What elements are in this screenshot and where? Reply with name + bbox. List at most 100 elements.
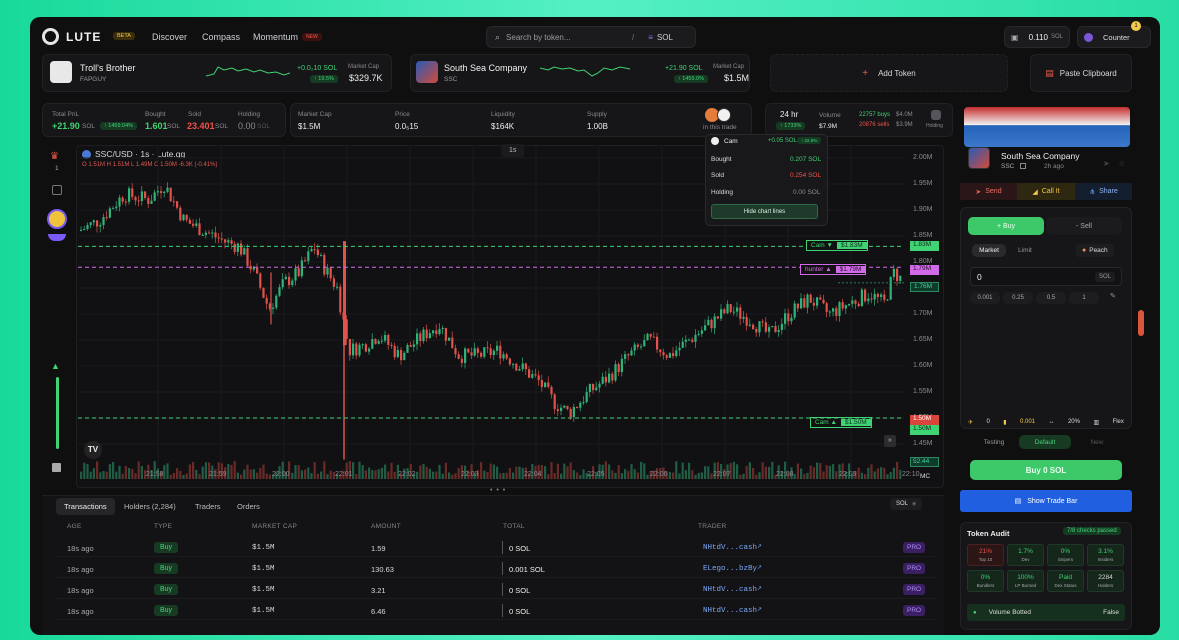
note-icon[interactable]: [52, 463, 61, 472]
tab-orders[interactable]: Orders: [237, 502, 260, 511]
star-icon[interactable]: ☆: [1118, 159, 1125, 168]
logo-icon[interactable]: [42, 28, 59, 45]
chain-label[interactable]: SOL: [657, 33, 673, 42]
resize-handle[interactable]: • • •: [490, 487, 506, 494]
mode-testing[interactable]: Testing: [970, 435, 1018, 449]
table-row[interactable]: [56, 538, 936, 557]
nav-momentum[interactable]: Momentum: [253, 32, 298, 42]
call-it-button[interactable]: ◢ Call It: [1017, 183, 1075, 200]
peach-mode[interactable]: ● Peach: [1076, 244, 1114, 257]
row-trader[interactable]: NHtdV...cash: [703, 607, 757, 615]
candle: [771, 326, 774, 328]
external-link-icon[interactable]: ↗: [757, 585, 762, 592]
send-button[interactable]: ➤ Send: [960, 183, 1017, 200]
sell-tab[interactable]: - Sell: [1046, 217, 1122, 235]
period-label[interactable]: 24 hr: [780, 110, 798, 119]
table-row[interactable]: [56, 580, 936, 599]
tab-holders[interactable]: Holders (2,284): [124, 502, 176, 511]
tab-transactions[interactable]: Transactions: [56, 498, 115, 515]
preset-amount[interactable]: 1: [1069, 292, 1099, 304]
unit-toggle[interactable]: SOL ◉: [890, 498, 923, 510]
candle: [320, 254, 323, 256]
wallet-balance[interactable]: ▣ 0.110 SOL: [1004, 26, 1070, 48]
order-line-tag[interactable]: Cam ▲ $1.50M: [810, 417, 872, 428]
holding-label: Holding: [238, 111, 261, 118]
table-row[interactable]: [56, 601, 936, 620]
scroll-edge-handle[interactable]: [1138, 310, 1144, 336]
row-trader[interactable]: NHtdV...cash: [703, 544, 757, 552]
limit-tab[interactable]: Limit: [1008, 244, 1042, 257]
candle: [521, 363, 524, 369]
mc-toggle[interactable]: MC: [920, 473, 930, 480]
candle: [768, 327, 771, 332]
external-link-icon[interactable]: ↗: [757, 543, 762, 550]
token-avatar-icon[interactable]: [47, 209, 67, 229]
paste-clipboard-button[interactable]: ▤ Paste Clipboard: [1030, 54, 1132, 92]
candle: [675, 350, 678, 357]
crown-icon[interactable]: ♛: [50, 151, 59, 162]
copy-icon[interactable]: [1020, 163, 1026, 169]
scroll-right-icon[interactable]: »: [884, 435, 896, 447]
search-bar[interactable]: ⌕ Search by token... / ≡ SOL: [486, 26, 696, 48]
external-link-icon[interactable]: ↗: [757, 564, 762, 571]
market-stats-panel: [290, 103, 752, 137]
row-amount: 3.21: [371, 586, 386, 595]
candle: [326, 267, 329, 275]
row-trader[interactable]: NHtdV...cash: [703, 586, 757, 594]
user-menu[interactable]: Counter: [1077, 26, 1151, 48]
preset-amount[interactable]: 0.001: [970, 292, 1000, 304]
trade-settings-row[interactable]: ✈ 0 ▮ 0.001 ↔ 20% ▥ Flex: [968, 415, 1124, 429]
mode-new[interactable]: New: [1073, 435, 1121, 449]
holding-icon[interactable]: [931, 110, 941, 120]
candle: [630, 350, 633, 356]
hide-chart-lines-button[interactable]: Hide chart lines: [711, 204, 818, 219]
order-line-tag[interactable]: Cam ▼ $1.83M: [806, 240, 868, 251]
holding-button-label[interactable]: Holding: [926, 123, 943, 129]
candle: [700, 330, 703, 334]
mode-default[interactable]: Default: [1019, 435, 1071, 449]
show-trade-bar-button[interactable]: ▤ Show Trade Bar: [960, 490, 1132, 512]
buy-tab[interactable]: + Buy: [968, 217, 1044, 235]
candle: [732, 311, 735, 313]
volume-label: Volume: [819, 112, 841, 119]
share-arrow-icon[interactable]: ➤: [1103, 159, 1110, 168]
candle: [147, 197, 150, 204]
buy-button[interactable]: Buy 0 SOL: [970, 460, 1122, 480]
edit-presets-icon[interactable]: ✎: [1110, 292, 1116, 300]
logo-text[interactable]: LUTE: [66, 30, 101, 44]
tab-traders[interactable]: Traders: [195, 502, 221, 511]
hat-icon[interactable]: ▲: [51, 361, 60, 371]
candle: [240, 243, 243, 255]
candle: [406, 345, 409, 353]
nav-compass[interactable]: Compass: [202, 32, 240, 42]
candle: [364, 344, 367, 352]
add-token-button[interactable]: + Add Token: [770, 54, 1008, 92]
top-nav: LUTE BETA Discover Compass Momentum NEW …: [30, 17, 1160, 57]
candle: [598, 383, 601, 388]
candle: [595, 387, 598, 391]
candle: [784, 313, 787, 324]
axis-tag: 1.50M: [910, 415, 939, 425]
row-pro-badge: PRO: [903, 584, 926, 595]
row-trader[interactable]: ELego...bzBy: [703, 565, 757, 573]
volume-slider[interactable]: [56, 377, 59, 449]
table-row[interactable]: [56, 559, 936, 578]
preset-amount[interactable]: 0.25: [1003, 292, 1033, 304]
market-tab[interactable]: Market: [972, 244, 1006, 257]
share-button[interactable]: ⋔ Share: [1075, 183, 1132, 200]
notification-badge[interactable]: 1: [1131, 21, 1141, 31]
candle: [272, 307, 275, 309]
layers-icon[interactable]: [52, 185, 62, 195]
nav-discover[interactable]: Discover: [152, 32, 187, 42]
candle: [444, 327, 447, 341]
candle: [220, 238, 223, 240]
candle: [556, 409, 559, 411]
order-line-tag[interactable]: hunter ▲ $1.79M: [800, 264, 867, 275]
external-link-icon[interactable]: ↗: [757, 606, 762, 613]
side-token-name: South Sea Company: [1001, 151, 1080, 161]
search-input[interactable]: Search by token...: [506, 33, 626, 42]
preset-amount[interactable]: 0.5: [1036, 292, 1066, 304]
candle: [454, 348, 457, 355]
y-tick-label: 1.65M: [913, 336, 933, 343]
amount-input[interactable]: 0 SOL: [970, 267, 1122, 286]
